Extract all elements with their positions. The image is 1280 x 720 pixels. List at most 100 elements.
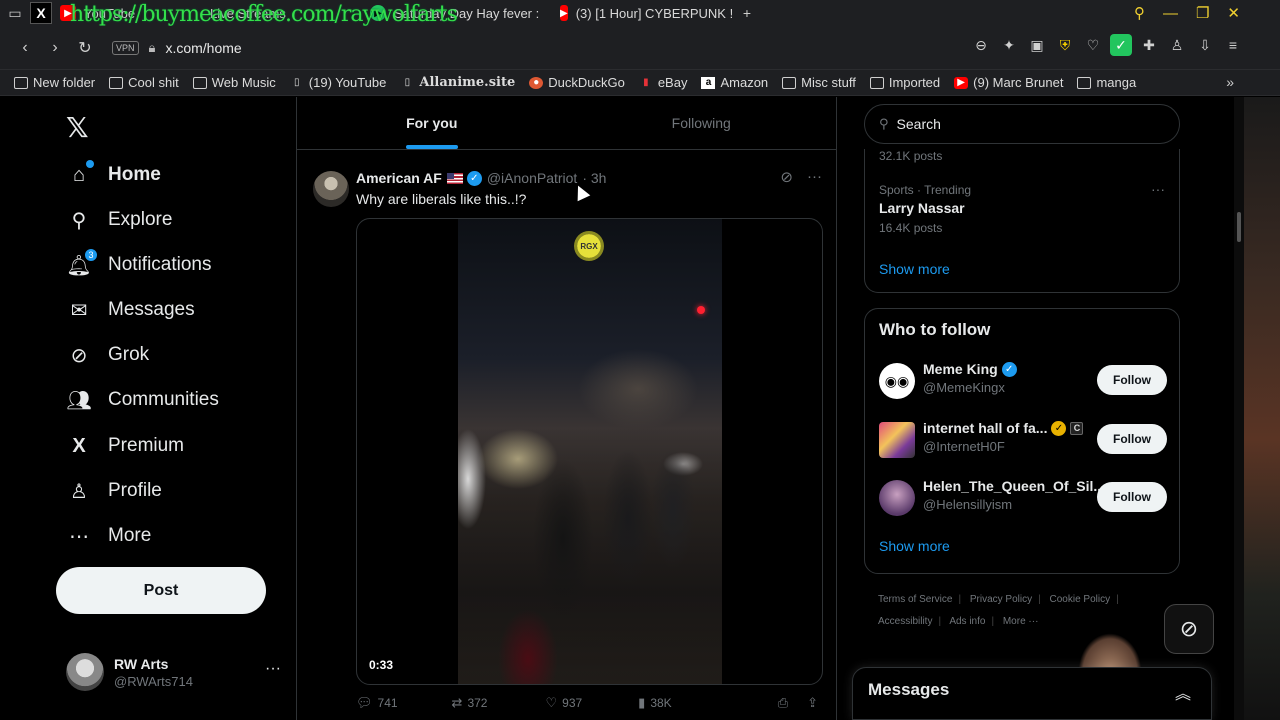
url-field[interactable]: x.com/home — [165, 40, 241, 56]
nav-profile[interactable]: ♙ Profile — [66, 473, 162, 509]
follow-suggestion[interactable]: Helen_The_Queen_Of_Sil... @Helensillyism… — [879, 478, 1167, 518]
bookmarks-overflow-icon[interactable]: » — [1226, 74, 1234, 90]
follow-button[interactable]: Follow — [1097, 482, 1167, 512]
follow-suggestion[interactable]: ◉◉ Meme King ✓ @MemeKingx Follow — [879, 361, 1167, 401]
tab-youtube[interactable]: ▶ YouTube — [52, 0, 202, 26]
more-dots-icon[interactable]: ··· — [1151, 181, 1165, 197]
tab-manager-icon[interactable]: ▭ — [4, 2, 26, 24]
tab-cyberpunk[interactable]: ▶ (3) [1 Hour] CYBERPUNK ! — [552, 0, 732, 26]
repost-button[interactable]: ⇄ 372 — [452, 695, 488, 711]
scrollbar-thumb[interactable] — [1237, 212, 1241, 242]
footer-link[interactable]: Privacy Policy — [970, 594, 1032, 605]
tweet-top-actions: ⊘ ··· — [780, 168, 822, 186]
suggestion-name[interactable]: Meme King ✓ — [923, 361, 1017, 377]
like-button[interactable]: ♡ 937 — [545, 695, 582, 711]
video-frame[interactable]: RGX — [458, 219, 722, 684]
lock-icon[interactable]: 🔒︎ — [149, 40, 156, 56]
tweet-author-name[interactable]: American AF — [356, 170, 442, 186]
bookmark-new-folder[interactable]: New folder — [14, 75, 95, 90]
download-icon[interactable]: ⇩ — [1194, 34, 1216, 56]
bookmark-allanime[interactable]: ▯ Allanime.site — [400, 75, 516, 90]
bookmark-web-music[interactable]: Web Music — [192, 75, 276, 90]
follow-button[interactable]: Follow — [1097, 424, 1167, 454]
bookmark-button[interactable]: ⎙ — [778, 695, 793, 711]
more-dots-icon[interactable]: ··· — [807, 168, 822, 186]
reply-button[interactable]: 💬︎ 741 — [356, 695, 398, 711]
tweet-time[interactable]: · 3h — [582, 170, 606, 186]
maximize-icon[interactable]: ❐ — [1196, 4, 1209, 22]
tweet-author-handle[interactable]: @iAnonPatriot — [487, 170, 577, 186]
grok-icon[interactable]: ⊘ — [780, 168, 793, 186]
messages-drawer[interactable]: Messages ︽ — [852, 667, 1212, 720]
footer-link[interactable]: Terms of Service — [878, 594, 952, 605]
minimize-icon[interactable]: — — [1163, 5, 1178, 22]
menu-icon[interactable]: ≡ — [1222, 34, 1244, 56]
trends-show-more[interactable]: Show more — [879, 261, 950, 277]
search-input[interactable]: ⚲ Search — [864, 104, 1180, 144]
background-video-strip — [1244, 97, 1280, 720]
nav-messages[interactable]: ✉ Messages — [66, 292, 195, 328]
bookmark-youtube[interactable]: ▯ (19) YouTube — [290, 75, 386, 90]
follow-button[interactable]: Follow — [1097, 365, 1167, 395]
nav-notifications[interactable]: 🔔︎ 3 Notifications — [66, 247, 212, 283]
page-scrollbar[interactable] — [1234, 97, 1244, 720]
tab-for-you[interactable]: For you — [297, 97, 567, 149]
who-to-follow-show-more[interactable]: Show more — [879, 538, 950, 554]
tweet-video[interactable]: RGX 0:33 — [356, 218, 823, 685]
profile-icon[interactable]: ♙ — [1166, 34, 1188, 56]
nav-communities[interactable]: 👥︎ Communities — [66, 382, 219, 418]
trend-name[interactable]: Larry Nassar — [879, 200, 965, 216]
screenshot-icon[interactable]: ▣ — [1026, 34, 1048, 56]
checkmark-extension-icon[interactable]: ✓ — [1110, 34, 1132, 56]
bookmark-marc-brunet[interactable]: ▶ (9) Marc Brunet — [954, 75, 1063, 90]
avatar[interactable]: ◉◉ — [879, 363, 915, 399]
new-tab-icon[interactable]: + — [736, 2, 758, 24]
x-logo-icon[interactable]: 𝕏 — [66, 111, 89, 144]
tab-saturday-day[interactable]: ▶ Saturday Day Hay fever : — [362, 0, 552, 26]
x-tab-favicon[interactable]: X — [30, 2, 52, 24]
pin-icon[interactable]: ✦ — [998, 34, 1020, 56]
avatar[interactable] — [879, 480, 915, 516]
bookmark-imported[interactable]: Imported — [869, 75, 940, 90]
suggestion-name[interactable]: internet hall of fa... ✓ C — [923, 420, 1084, 436]
grok-floating-button[interactable]: ⊘ — [1164, 604, 1214, 654]
tab-following[interactable]: Following — [567, 97, 837, 149]
reload-icon[interactable]: ↻ — [72, 35, 98, 61]
nav-home[interactable]: ⌂ Home — [66, 157, 161, 193]
suggestion-name[interactable]: Helen_The_Queen_Of_Sil... — [923, 478, 1105, 494]
verified-badge-icon: ✓ — [466, 170, 482, 186]
search-tabs-icon[interactable]: ⚲ — [1134, 4, 1145, 22]
extensions-icon[interactable]: ✚ — [1138, 34, 1160, 56]
close-window-icon[interactable]: ✕ — [1227, 4, 1240, 22]
bookmark-amazon[interactable]: a Amazon — [701, 75, 768, 90]
vpn-badge[interactable]: VPN — [112, 40, 139, 55]
nav-grok[interactable]: ⊘ Grok — [66, 337, 150, 373]
bookmark-cool-shit[interactable]: Cool shit — [109, 75, 179, 90]
bookmark-manga[interactable]: manga — [1077, 75, 1136, 90]
shield-icon[interactable]: ⛨ — [1054, 34, 1076, 56]
tab-live-streams[interactable]: Live Streams — [202, 0, 362, 26]
nav-explore[interactable]: ⚲ Explore — [66, 202, 173, 238]
avatar[interactable] — [879, 422, 915, 458]
back-icon[interactable]: ‹ — [12, 35, 38, 61]
heart-icon[interactable]: ♡ — [1082, 34, 1104, 56]
nav-premium[interactable]: X Premium — [66, 428, 184, 464]
more-dots-icon[interactable]: ··· — [265, 660, 281, 678]
follow-suggestion[interactable]: internet hall of fa... ✓ C @InternetH0F Fo… — [879, 420, 1167, 460]
bookmark-ebay[interactable]: ▮ eBay — [639, 75, 687, 90]
bookmark-misc-stuff[interactable]: Misc stuff — [782, 75, 856, 90]
nav-more[interactable]: ⋯ More — [66, 518, 151, 554]
chevron-up-icon[interactable]: ︽ — [1175, 680, 1191, 704]
home-icon: ⌂ — [66, 160, 94, 188]
forward-icon[interactable]: › — [42, 35, 68, 61]
share-button[interactable]: ⇪ — [807, 695, 823, 711]
bookmark-duckduckgo[interactable]: ● DuckDuckGo — [529, 75, 625, 90]
account-switcher[interactable]: RW Arts @RWArts714 ··· — [66, 652, 281, 692]
footer-link[interactable]: Ads info — [949, 616, 985, 627]
post-button[interactable]: Post — [56, 567, 266, 614]
zoom-icon[interactable]: ⊖ — [970, 34, 992, 56]
footer-link[interactable]: Accessibility — [878, 616, 932, 627]
views-button[interactable]: ▮ 38K — [638, 695, 672, 711]
tweet-avatar[interactable] — [313, 171, 349, 207]
footer-link[interactable]: More ··· — [1003, 616, 1039, 627]
